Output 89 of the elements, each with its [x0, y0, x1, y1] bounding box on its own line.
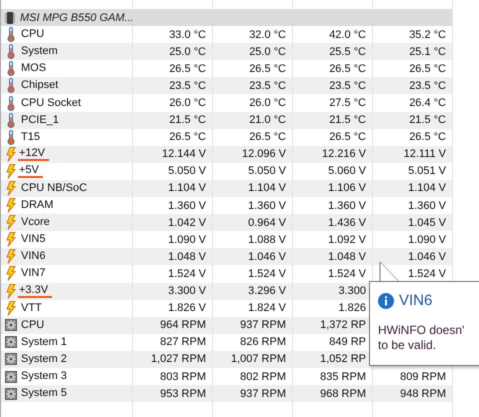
lightning-icon [5, 215, 17, 230]
tooltip-text: HWiNFO doesn' [378, 323, 466, 338]
sensor-label: VTT [21, 302, 42, 315]
sensor-label: System [21, 45, 58, 58]
value-cell: 1.106 V [293, 180, 373, 198]
value-cell: 25.1 °C [373, 43, 453, 60]
value-cell: 1.048 V [293, 248, 373, 266]
value-cell: 1.048 V [133, 248, 213, 266]
value-cell: 1.046 V [373, 248, 453, 266]
sensor-label: MOS [21, 62, 46, 76]
sensor-label: CPU NB/SoC [21, 182, 88, 195]
sensor-label: CPU Socket [21, 96, 81, 110]
value-cell: 968 RPM [293, 385, 373, 402]
lightning-icon [5, 180, 17, 196]
tooltip-text: to be valid. [378, 338, 438, 353]
value-cell: 23.5 °C [293, 77, 373, 94]
sensor-label: +3.3V [18, 284, 52, 298]
lightning-icon [5, 284, 17, 299]
sensor-label: DRAM [21, 199, 54, 212]
sensor-label: PCIE_1 [21, 114, 59, 127]
value-cell: 3.300 V [133, 282, 213, 300]
lightning-icon [5, 266, 17, 282]
value-cell: 25.5 °C [293, 43, 373, 60]
value-cell: 23.5 °C [133, 77, 213, 94]
value-cell: 12.111 V [373, 146, 453, 163]
thermometer-icon [5, 27, 17, 42]
thermometer-icon [5, 61, 17, 76]
lightning-icon [5, 198, 17, 214]
value-cell: 937 RPM [213, 316, 293, 334]
value-cell: 1.436 V [293, 214, 373, 232]
fan-icon [5, 370, 17, 383]
sensor-label: System 1 [21, 336, 67, 349]
value-cell: 937 RPM [213, 385, 293, 402]
fan-icon [5, 353, 17, 366]
lightning-icon [5, 232, 17, 248]
thermometer-icon [5, 112, 17, 128]
value-cell: 1.104 V [213, 180, 293, 198]
value-cell: 1.104 V [133, 180, 213, 198]
sensor-label: System 3 [21, 370, 67, 384]
value-cell: 953 RPM [133, 385, 213, 402]
value-cell: 21.0 °C [213, 112, 293, 129]
lightning-icon [5, 164, 17, 179]
value-cell: 964 RPM [133, 316, 213, 334]
lightning-icon [5, 300, 17, 316]
sensor-label: VIN7 [21, 267, 46, 280]
value-cell: 21.5 °C [293, 112, 373, 129]
value-cell: 1,027 RPM [133, 350, 213, 368]
value-cell: 23.5 °C [213, 77, 293, 94]
value-cell: 12.216 V [293, 146, 373, 163]
sensor-label: System 5 [21, 387, 67, 400]
sensor-label: Chipset [21, 79, 58, 92]
value-cell: 1.045 V [373, 214, 453, 232]
sensor-label: CPU [21, 318, 44, 332]
sensor-label: Vcore [21, 216, 50, 230]
value-cell: 1.046 V [213, 248, 293, 266]
thermometer-icon [5, 44, 17, 60]
lightning-icon [5, 146, 17, 162]
sensor-label: System 2 [21, 352, 67, 366]
fan-icon [5, 319, 17, 332]
value-cell: 23.5 °C [373, 77, 453, 94]
thermometer-icon [5, 96, 17, 111]
value-cell: 1.104 V [373, 180, 453, 198]
sensor-label: VIN6 [21, 250, 46, 264]
chip-icon [5, 10, 15, 25]
lightning-icon [5, 249, 17, 264]
tooltip-title: VIN6 [399, 292, 432, 309]
value-cell: 25.0 °C [133, 43, 213, 60]
device-header[interactable]: MSI MPG B550 GAM... [1, 9, 453, 26]
value-cell: 948 RPM [373, 385, 453, 402]
value-cell: 12.096 V [213, 146, 293, 163]
value-cell: 21.5 °C [133, 112, 213, 129]
value-cell: 0.964 V [213, 214, 293, 232]
thermometer-icon [5, 78, 17, 94]
value-cell: 1.042 V [133, 214, 213, 232]
value-cell: 12.144 V [133, 146, 213, 163]
fan-icon [5, 336, 17, 348]
value-cell: 21.5 °C [373, 112, 453, 129]
value-cell: 3.296 V [213, 282, 293, 300]
sensor-label: VIN5 [21, 233, 46, 246]
value-cell: 1,007 RPM [213, 350, 293, 368]
thermometer-icon [5, 130, 17, 145]
sensor-label: CPU [21, 28, 44, 42]
sensor-label: +12V [18, 147, 49, 162]
value-cell: 25.0 °C [213, 43, 293, 60]
sensor-label: +5V [18, 164, 43, 178]
sensor-label: T15 [21, 130, 40, 144]
fan-icon [5, 388, 17, 400]
info-icon [378, 292, 394, 308]
value-cell: 1,052 RP [293, 350, 373, 368]
